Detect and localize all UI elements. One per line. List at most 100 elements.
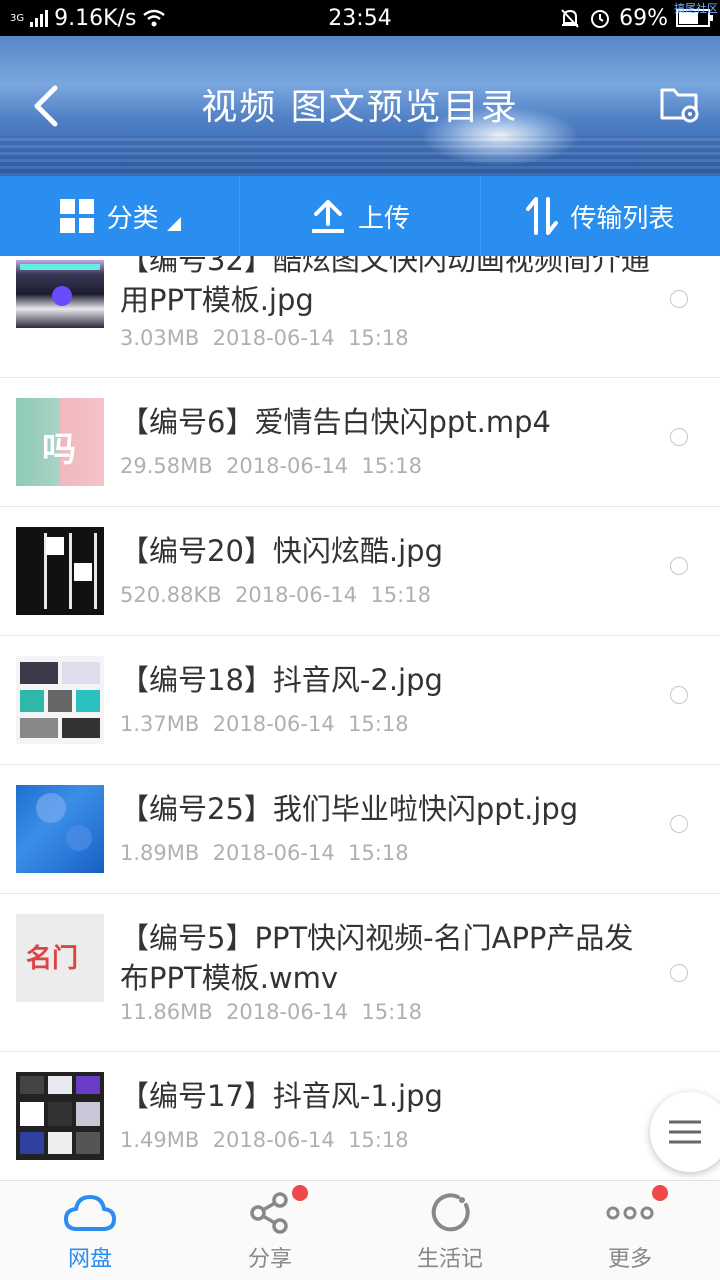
file-name: 【编号20】快闪炫酷.jpg xyxy=(120,534,443,568)
file-date: 2018-06-14 xyxy=(226,1000,349,1024)
dropdown-triangle-icon xyxy=(166,217,181,231)
watermark: 搞尾社区 xyxy=(674,2,718,15)
select-radio[interactable] xyxy=(670,815,688,833)
file-size: 3.03MB xyxy=(120,326,200,350)
file-thumbnail xyxy=(16,785,104,873)
upload-icon xyxy=(311,200,344,233)
file-name: 【编号17】抖音风-1.jpg xyxy=(120,1079,443,1113)
folder-settings-button[interactable] xyxy=(658,82,706,130)
page-title: 视频 图文预览目录 xyxy=(201,87,519,128)
back-button[interactable] xyxy=(22,80,70,132)
file-time: 15:18 xyxy=(348,326,409,350)
network-type: 3G xyxy=(10,12,25,24)
wifi-icon xyxy=(143,9,166,27)
file-time: 15:18 xyxy=(361,1000,422,1024)
file-meta: 11.86MB 2018-06-14 15:18 xyxy=(120,1000,422,1024)
grid-icon xyxy=(59,199,94,233)
file-thumbnail xyxy=(16,656,104,744)
notification-badge xyxy=(292,1185,308,1201)
battery-percent: 69% xyxy=(619,5,668,31)
signal-icon xyxy=(30,9,49,27)
file-meta: 1.89MB 2018-06-14 15:18 xyxy=(120,841,409,865)
network-speed: 9.16K/s xyxy=(54,5,137,31)
file-thumbnail xyxy=(16,1072,104,1160)
file-row[interactable]: 【编号20】快闪炫酷.jpg 520.88KB 2018-06-14 15:18 xyxy=(0,507,720,636)
file-name: 【编号18】抖音风-2.jpg xyxy=(120,663,443,697)
nav-label: 网盘 xyxy=(67,1247,112,1272)
file-name: 【编号32】酷炫图文快闪动画视频简介通用PPT模板.jpg xyxy=(120,256,650,317)
select-radio[interactable] xyxy=(670,557,688,575)
file-row[interactable]: 吗 【编号6】爱情告白快闪ppt.mp4 29.58MB 2018-06-14 … xyxy=(0,378,720,507)
clock: 23:54 xyxy=(328,5,392,31)
file-meta: 3.03MB 2018-06-14 15:18 xyxy=(120,326,409,350)
file-date: 2018-06-14 xyxy=(226,454,349,478)
bottom-nav: 网盘 分享 生活记 更多 xyxy=(0,1180,720,1280)
hamburger-icon xyxy=(669,1120,701,1144)
transfer-arrows-icon xyxy=(526,197,559,235)
file-size: 1.49MB xyxy=(120,1128,200,1152)
file-row[interactable]: 【编号17】抖音风-1.jpg 1.49MB 2018-06-14 15:18 xyxy=(0,1052,720,1180)
transfer-list-button[interactable]: 传输列表 xyxy=(481,176,720,256)
back-arrow-icon xyxy=(34,85,58,127)
nav-item-cloud[interactable]: 网盘 xyxy=(0,1181,180,1280)
file-time: 15:18 xyxy=(361,454,422,478)
file-date: 2018-06-14 xyxy=(212,712,335,736)
category-label: 分类 xyxy=(106,203,159,234)
floating-menu-button[interactable] xyxy=(650,1092,720,1172)
file-thumbnail: 名门 xyxy=(16,914,104,1002)
bell-off-icon xyxy=(561,9,579,28)
file-thumbnail xyxy=(16,527,104,615)
file-date: 2018-06-14 xyxy=(212,1128,335,1152)
file-size: 520.88KB xyxy=(120,583,222,607)
nav-label: 分享 xyxy=(247,1247,292,1272)
banner-waves xyxy=(0,136,720,176)
file-date: 2018-06-14 xyxy=(212,326,335,350)
file-row[interactable]: 【编号25】我们毕业啦快闪ppt.jpg 1.89MB 2018-06-14 1… xyxy=(0,765,720,894)
thumbnail-text: 吗 xyxy=(42,430,76,470)
alarm-icon xyxy=(591,10,610,28)
file-time: 15:18 xyxy=(370,583,431,607)
category-button[interactable]: 分类 xyxy=(0,176,241,256)
nav-label: 更多 xyxy=(607,1247,652,1272)
upload-button[interactable]: 上传 xyxy=(240,176,481,256)
toolbar: 分类 上传 传输列表 xyxy=(0,176,720,256)
file-row[interactable]: 名门 【编号5】PPT快闪视频-名门APP产品发布PPT模板.wmv 11.86… xyxy=(0,894,720,1052)
nav-item-life[interactable]: 生活记 xyxy=(360,1181,540,1280)
file-size: 1.37MB xyxy=(120,712,200,736)
file-thumbnail: 吗 xyxy=(16,398,104,486)
file-row[interactable]: 【编号32】酷炫图文快闪动画视频简介通用PPT模板.jpg 3.03MB 201… xyxy=(0,256,720,378)
nav-item-share[interactable]: 分享 xyxy=(180,1181,360,1280)
select-radio[interactable] xyxy=(670,290,688,308)
select-radio[interactable] xyxy=(670,428,688,446)
file-date: 2018-06-14 xyxy=(212,841,335,865)
file-row[interactable]: 【编号18】抖音风-2.jpg 1.37MB 2018-06-14 15:18 xyxy=(0,636,720,765)
select-radio[interactable] xyxy=(670,964,688,982)
file-time: 15:18 xyxy=(348,1128,409,1152)
file-name: 【编号5】PPT快闪视频-名门APP产品发布PPT模板.wmv xyxy=(120,921,634,995)
header-banner: 视频 图文预览目录 xyxy=(0,36,720,176)
file-time: 15:18 xyxy=(348,712,409,736)
select-radio[interactable] xyxy=(670,686,688,704)
folder-settings-icon xyxy=(660,88,699,123)
circle-refresh-icon xyxy=(431,1193,470,1232)
file-meta: 29.58MB 2018-06-14 15:18 xyxy=(120,454,422,478)
nav-label: 生活记 xyxy=(416,1247,483,1272)
file-size: 11.86MB xyxy=(120,1000,213,1024)
file-meta: 520.88KB 2018-06-14 15:18 xyxy=(120,583,431,607)
status-bar: 3G 9.16K/s 23:54 69% 搞尾社区 xyxy=(0,0,720,36)
file-date: 2018-06-14 xyxy=(235,583,358,607)
cloud-icon xyxy=(64,1195,116,1231)
thumbnail-text: 名门 xyxy=(26,944,79,974)
file-thumbnail xyxy=(16,260,104,328)
file-time: 15:18 xyxy=(348,841,409,865)
nav-item-more[interactable]: 更多 xyxy=(540,1181,720,1280)
file-meta: 1.37MB 2018-06-14 15:18 xyxy=(120,712,409,736)
more-dots-icon xyxy=(606,1206,654,1220)
transfer-label: 传输列表 xyxy=(570,203,675,234)
file-meta: 1.49MB 2018-06-14 15:18 xyxy=(120,1128,409,1152)
share-icon xyxy=(250,1192,288,1234)
file-name: 【编号6】爱情告白快闪ppt.mp4 xyxy=(120,405,551,439)
file-size: 29.58MB xyxy=(120,454,213,478)
file-list: 【编号32】酷炫图文快闪动画视频简介通用PPT模板.jpg 3.03MB 201… xyxy=(0,256,720,1180)
file-size: 1.89MB xyxy=(120,841,200,865)
